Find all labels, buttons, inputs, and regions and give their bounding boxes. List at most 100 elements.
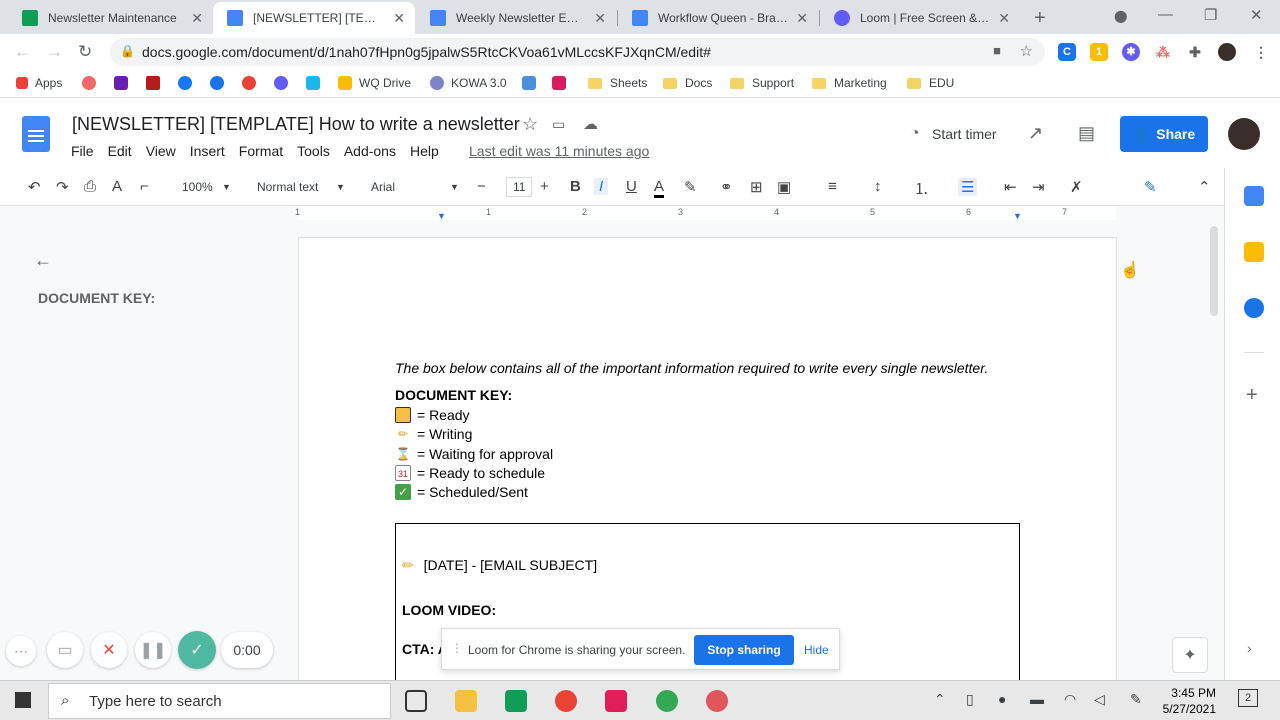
bookmark-icon[interactable]: [242, 76, 256, 90]
tray-icon[interactable]: ▯: [966, 691, 974, 708]
add-comment-icon[interactable]: ⊞: [750, 178, 763, 196]
url-bar[interactable]: 🔒 docs.google.com/document/d/1nah07fHpn0…: [110, 38, 1045, 66]
loom-extension-icon[interactable]: ✱: [1122, 43, 1140, 61]
increase-font-icon[interactable]: +: [540, 178, 549, 195]
volume-icon[interactable]: ◁: [1094, 691, 1105, 708]
document-title[interactable]: [NEWSLETTER] [TEMPLATE] How to write a n…: [72, 114, 520, 135]
account-avatar[interactable]: [1228, 118, 1260, 150]
text-color-icon[interactable]: A: [654, 178, 665, 198]
decrease-indent-icon[interactable]: ⇤: [1004, 178, 1017, 196]
bold-icon[interactable]: B: [570, 178, 581, 195]
extension-icon[interactable]: C: [1058, 43, 1076, 61]
more-menu-icon[interactable]: ⋮: [1252, 43, 1270, 61]
loom-finish-button[interactable]: ✓: [178, 631, 216, 669]
menu-edit[interactable]: Edit: [108, 143, 132, 159]
drag-handle-icon[interactable]: ⋮: [451, 641, 463, 655]
move-folder-icon[interactable]: ▭: [552, 116, 565, 133]
facebook-icon[interactable]: [178, 76, 192, 90]
menu-view[interactable]: View: [146, 143, 176, 159]
explore-icon[interactable]: ✦: [1172, 637, 1208, 673]
last-edit-link[interactable]: Last edit was 11 minutes ago: [469, 143, 649, 159]
menu-tools[interactable]: Tools: [297, 143, 330, 159]
close-tab-icon[interactable]: ✕: [393, 10, 405, 27]
tasks-icon[interactable]: [1244, 298, 1264, 318]
windows-start-icon[interactable]: [14, 691, 32, 709]
bookmark-folder-docs[interactable]: Docs: [663, 76, 712, 90]
timer-icon[interactable]: ◔: [910, 125, 920, 143]
expand-panel-icon[interactable]: ›: [1247, 640, 1252, 656]
undo-icon[interactable]: ↶: [28, 178, 41, 196]
menu-format[interactable]: Format: [239, 143, 283, 159]
minimize-button[interactable]: —: [1158, 6, 1173, 23]
font-size-input[interactable]: 11: [506, 177, 533, 197]
bookmark-kowa[interactable]: KOWA 3.0: [430, 76, 507, 90]
tray-chevron-icon[interactable]: ⌃: [934, 691, 946, 708]
style-select[interactable]: Normal text: [257, 180, 318, 194]
loom-pause-button[interactable]: ❚❚: [135, 632, 171, 668]
paint-format-icon[interactable]: ⌐: [140, 178, 149, 195]
activity-icon[interactable]: ↗: [1028, 123, 1043, 144]
loom-cancel-button[interactable]: ✕: [91, 632, 127, 668]
bookmark-folder-support[interactable]: Support: [730, 76, 794, 90]
add-addon-icon[interactable]: +: [1246, 384, 1258, 407]
spellcheck-icon[interactable]: A: [112, 178, 122, 195]
close-tab-icon[interactable]: ✕: [594, 10, 606, 27]
start-timer-button[interactable]: Start timer: [932, 126, 997, 142]
stop-sharing-button[interactable]: Stop sharing: [694, 635, 794, 665]
redo-icon[interactable]: ↷: [56, 178, 69, 196]
reload-button[interactable]: ↻: [78, 42, 92, 62]
tab-search-icon[interactable]: ⬤: [1114, 9, 1127, 23]
scrollbar-thumb[interactable]: [1210, 226, 1218, 316]
battery-icon[interactable]: ▬: [1030, 691, 1044, 707]
lock-icon[interactable]: 🔒: [120, 44, 135, 58]
decrease-font-icon[interactable]: −: [477, 178, 486, 195]
bookmark-icon[interactable]: [146, 76, 160, 90]
puzzle-icon[interactable]: ✚: [1186, 43, 1204, 61]
line-spacing-icon[interactable]: ↕: [874, 178, 882, 195]
ruler-track[interactable]: 1 1 2 3 4 5 6 7 ▼ ▼: [295, 206, 1116, 221]
comments-icon[interactable]: ▤: [1078, 123, 1095, 144]
bookmark-icon[interactable]: [210, 76, 224, 90]
collapse-menus-icon[interactable]: ⌃: [1198, 178, 1211, 196]
bookmark-folder-sheets[interactable]: Sheets: [588, 76, 647, 90]
calendar-icon[interactable]: [1244, 186, 1264, 206]
bookmark-icon[interactable]: [114, 76, 128, 90]
tab-newsletter-maintenance[interactable]: Newsletter Maintenance ✕: [8, 2, 213, 34]
file-explorer-icon[interactable]: [455, 690, 477, 712]
loom-icon[interactable]: [274, 76, 288, 90]
clear-formatting-icon[interactable]: ✗: [1070, 178, 1083, 196]
increase-indent-icon[interactable]: ⇥: [1032, 178, 1045, 196]
bookmark-icon[interactable]: [552, 76, 566, 90]
star-icon[interactable]: ☆: [522, 114, 538, 135]
pen-icon[interactable]: ✎: [1130, 691, 1142, 708]
profile-avatar[interactable]: [1218, 43, 1236, 61]
system-clock[interactable]: 3:45 PM 5/27/2021: [1160, 685, 1216, 717]
new-tab-button[interactable]: +: [1034, 7, 1046, 30]
extension-icon[interactable]: 1: [1090, 43, 1108, 61]
close-tab-icon[interactable]: ✕: [796, 10, 808, 27]
editing-mode-icon[interactable]: ✎: [1144, 178, 1157, 196]
wifi-icon[interactable]: ◠: [1064, 691, 1076, 708]
maximize-button[interactable]: ❐: [1204, 6, 1217, 24]
outline-heading[interactable]: DOCUMENT KEY:: [38, 290, 155, 306]
back-button[interactable]: ←: [14, 42, 31, 62]
hide-button[interactable]: Hide: [804, 643, 829, 657]
align-icon[interactable]: ≡: [828, 178, 837, 195]
close-tab-icon[interactable]: ✕: [191, 10, 203, 27]
bookmark-icon[interactable]: [522, 76, 536, 90]
tab-newsletter-template[interactable]: [NEWSLETTER] [TEMPLATE ✕: [213, 2, 415, 34]
bulleted-list-icon[interactable]: ☰: [958, 178, 978, 196]
bookmark-wq-drive[interactable]: WQ Drive: [338, 76, 411, 90]
highlight-icon[interactable]: ✎: [684, 178, 697, 196]
menu-insert[interactable]: Insert: [190, 143, 225, 159]
close-tab-icon[interactable]: ✕: [998, 10, 1010, 27]
chrome-icon[interactable]: [555, 690, 577, 712]
underline-icon[interactable]: U: [626, 178, 637, 195]
vimeo-icon[interactable]: [306, 76, 320, 90]
asana-extension-icon[interactable]: ⁂: [1154, 43, 1172, 61]
microphone-icon[interactable]: ●: [998, 691, 1006, 707]
camera-icon[interactable]: ■: [993, 43, 1001, 58]
task-view-icon[interactable]: [405, 690, 427, 712]
bookmark-apps[interactable]: Apps: [16, 76, 62, 90]
zoom-select[interactable]: 100%: [182, 180, 213, 194]
